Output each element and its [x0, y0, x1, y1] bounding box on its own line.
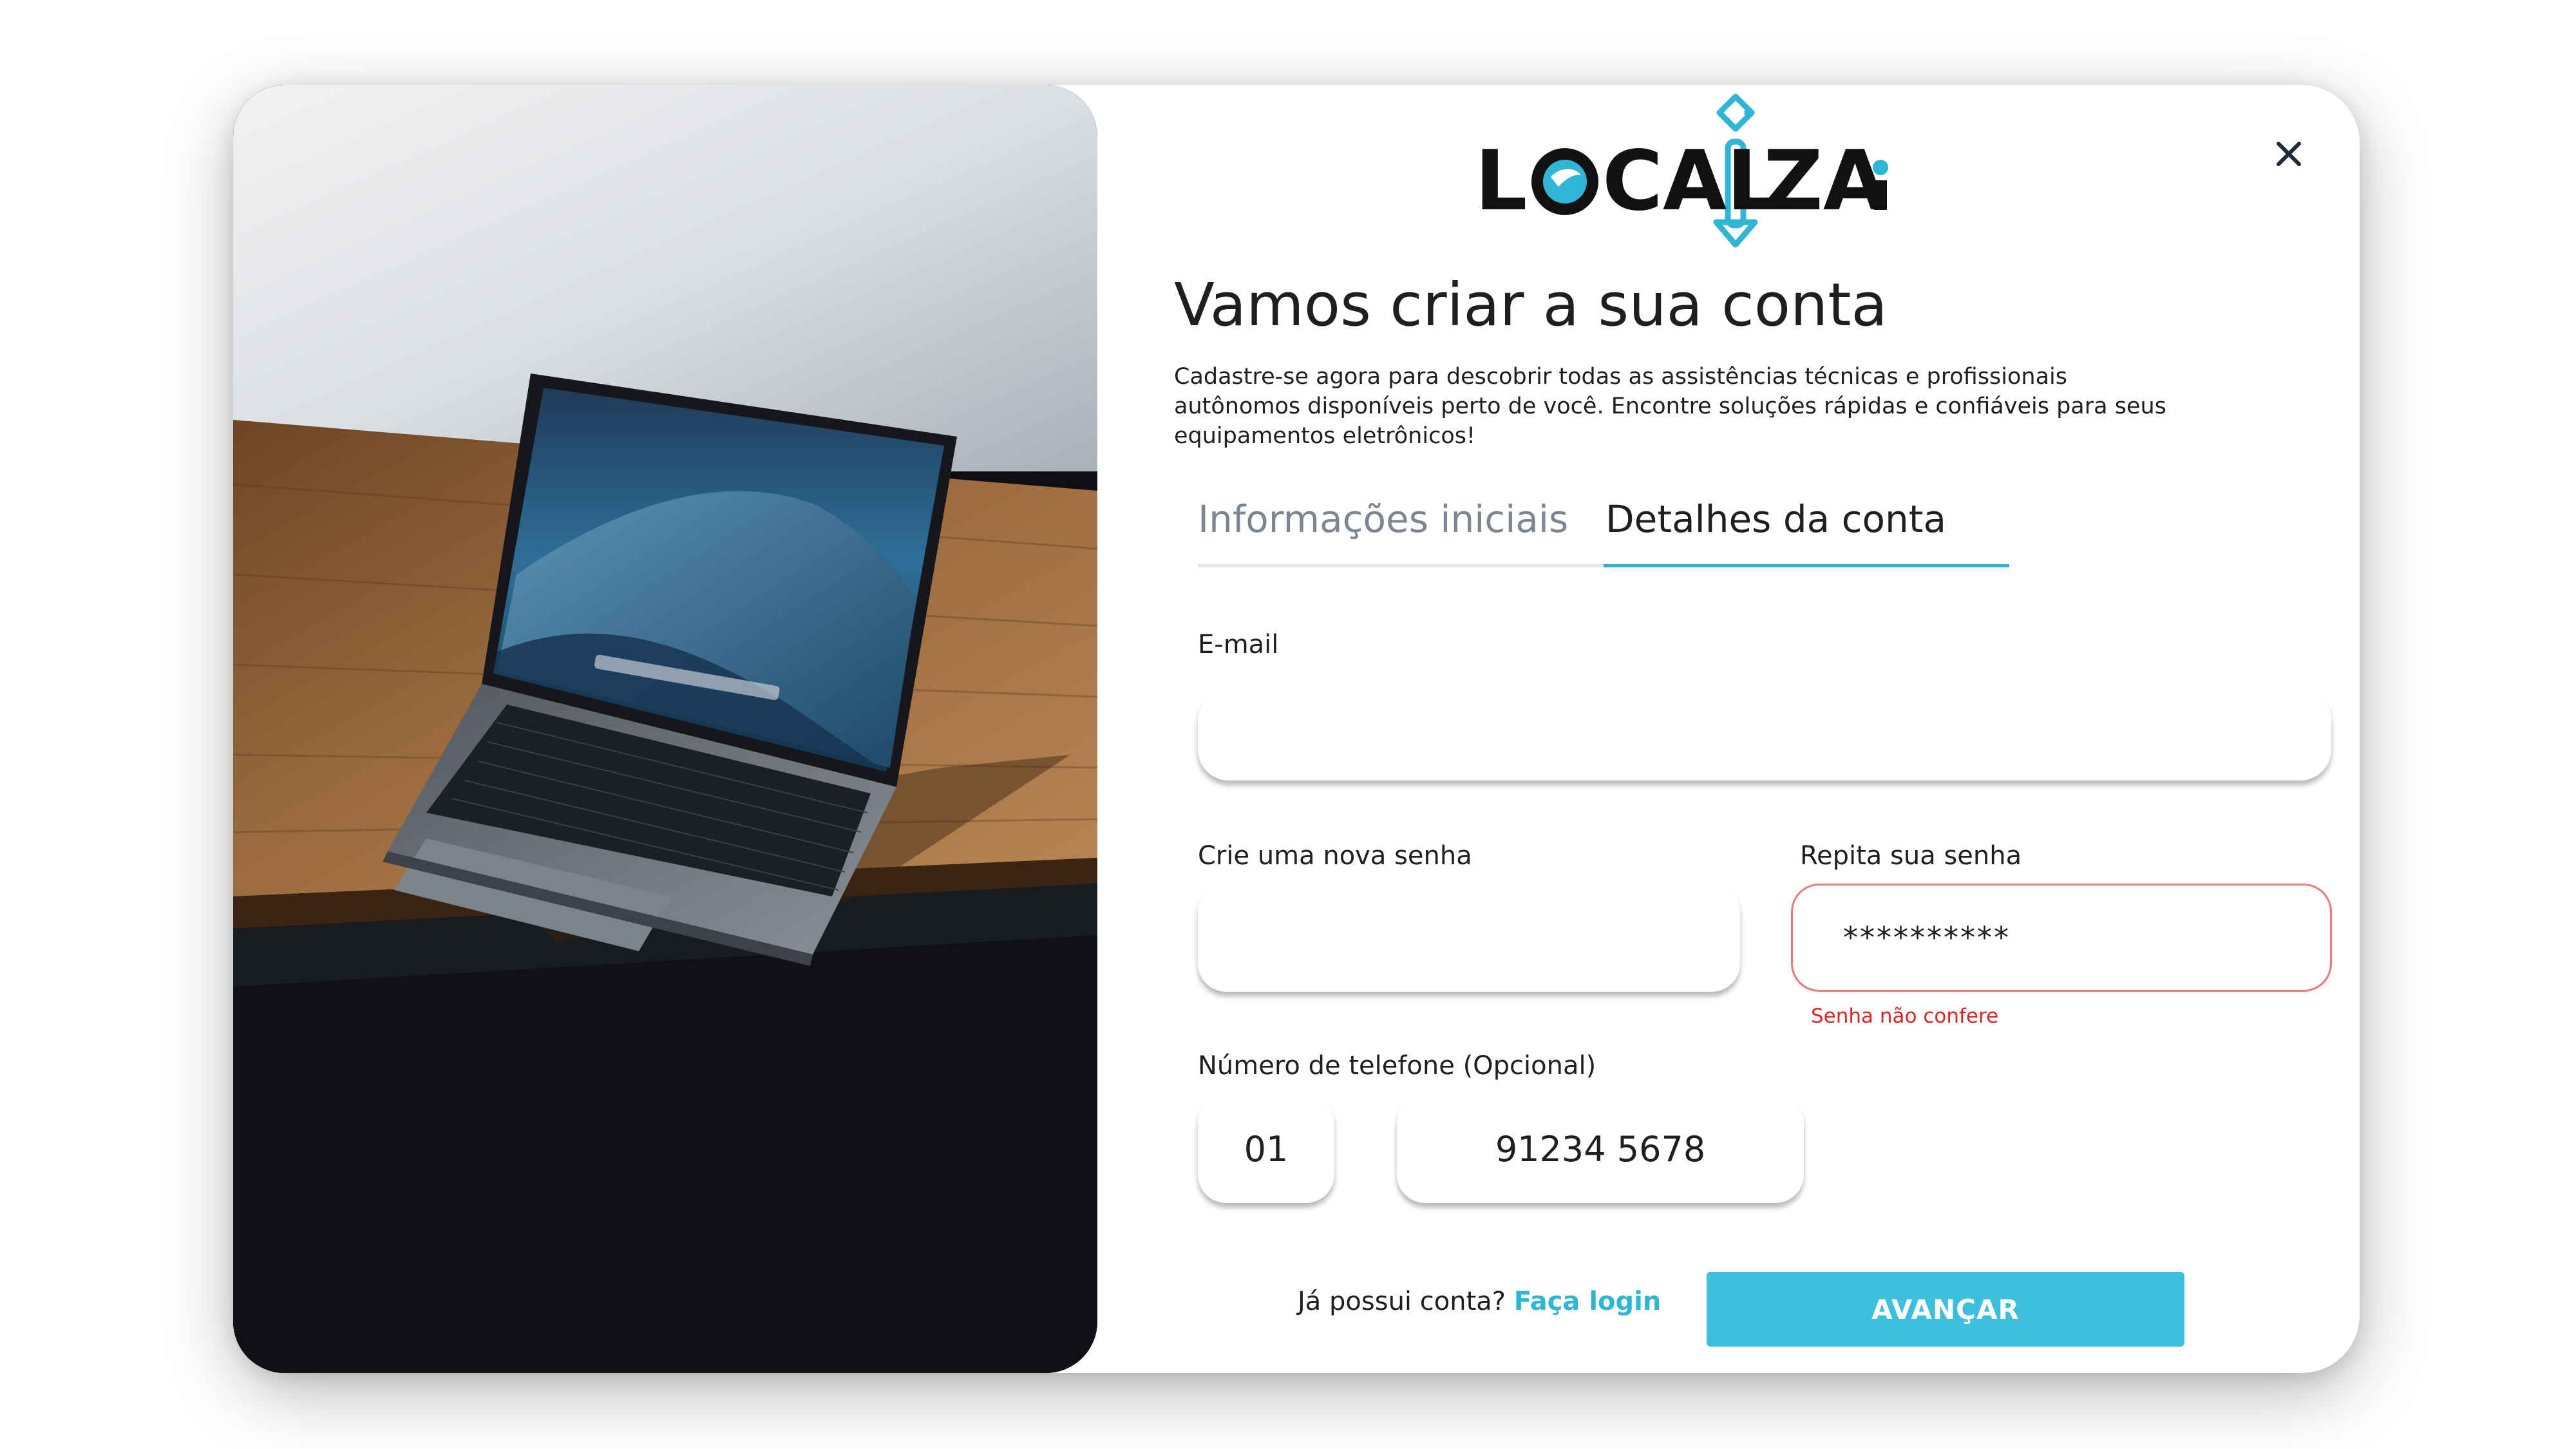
email-field[interactable]: [1198, 689, 2331, 781]
svg-text:CAL: CAL: [1602, 133, 1779, 229]
laptop-photo: [233, 85, 1097, 1373]
login-prompt-text: Já possui conta?: [1298, 1287, 1506, 1316]
advance-button[interactable]: AVANÇAR: [1707, 1272, 2184, 1347]
email-label: E-mail: [1198, 630, 1279, 659]
svg-text:L: L: [1475, 133, 1528, 229]
password-field[interactable]: [1198, 884, 1740, 992]
close-button[interactable]: [2267, 132, 2311, 176]
login-prompt: Já possui conta? Faça login: [1298, 1287, 1661, 1316]
confirm-password-field[interactable]: **********: [1791, 884, 2332, 992]
page-title: Vamos criar a sua conta: [1174, 270, 1888, 339]
page-subtitle: Cadastre-se agora para descobrir todas a…: [1174, 364, 2166, 449]
tab-initial-info[interactable]: Informações iniciais: [1198, 497, 1568, 541]
phone-label: Número de telefone (Opcional): [1198, 1051, 1596, 1081]
password-label: Crie uma nova senha: [1198, 841, 1472, 871]
svg-text:ZA: ZA: [1763, 133, 1887, 229]
password-mismatch-error: Senha não confere: [1811, 1005, 1999, 1028]
phone-number-field[interactable]: 91234 5678: [1397, 1095, 1804, 1203]
tab-underline: [1198, 564, 1604, 567]
localizai-logo: L CAL ZA: [1468, 90, 1893, 261]
close-icon: [2277, 142, 2301, 166]
active-tab-indicator: [1604, 564, 2009, 567]
area-code-field[interactable]: 01: [1198, 1095, 1334, 1203]
tab-account-details[interactable]: Detalhes da conta: [1605, 497, 1946, 541]
login-link[interactable]: Faça login: [1514, 1287, 1662, 1316]
confirm-password-label: Repita sua senha: [1800, 841, 2022, 871]
